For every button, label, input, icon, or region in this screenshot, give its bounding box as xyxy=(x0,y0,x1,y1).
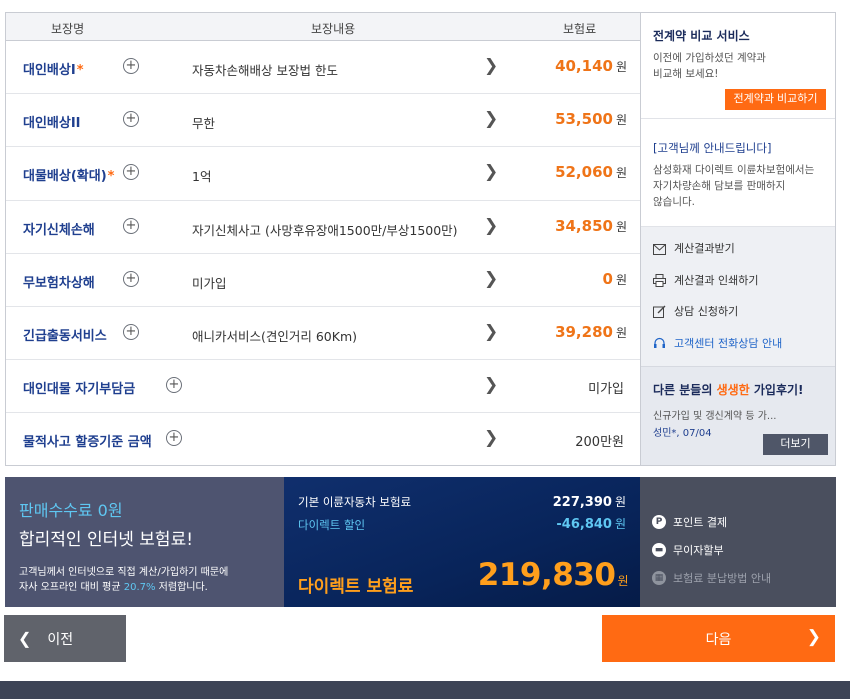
chevron-right-icon[interactable]: ❯ xyxy=(484,56,498,76)
coverage-name: 자기신체손해 xyxy=(23,222,95,238)
plus-circle-icon[interactable]: + xyxy=(123,58,139,74)
plus-circle-icon[interactable]: + xyxy=(123,323,139,340)
promo-subheadline: 합리적인 인터넷 보험료! xyxy=(19,530,194,550)
promo-headline: 판매수수료 0원 xyxy=(19,501,123,520)
coverage-name: 대물배상(확대)* xyxy=(23,169,115,185)
total-premium-label: 다이렉트 보험료 xyxy=(298,577,414,597)
coverage-content: 자동차손해배상 보장법 한도 xyxy=(192,63,338,78)
price-summary: 기본 이륜자동차 보험료 227,390 원 다이렉트 할인 -46,840 원 다… xyxy=(284,477,640,607)
coverage-name: 대인대물 자기부담금 xyxy=(23,382,136,398)
promo-box: 판매수수료 0원 합리적인 인터넷 보험료! 고객님께서 인터넷으로 직접 계산… xyxy=(5,477,284,607)
coverage-fee: 53,500 원 xyxy=(555,110,627,129)
total-premium-value: 219,830 원 xyxy=(477,557,629,593)
coverage-content: 애니카서비스(견인거리 60Km) xyxy=(192,328,358,344)
base-premium-value: 227,390 원 xyxy=(552,495,626,510)
installment-guide-link[interactable]: ▦ 보험료 분납방법 안내 xyxy=(652,564,836,592)
more-button[interactable]: 더보기 xyxy=(763,434,828,455)
discount-value: -46,840 원 xyxy=(556,517,626,532)
coverage-name: 무보험차상해 xyxy=(23,275,95,291)
coverage-content: 자기신체사고 (사망후유장애1500만/부상1500만) xyxy=(192,222,458,238)
coverage-fee: 200만원 xyxy=(575,435,624,451)
review-title: 다른 분들의 생생한 가입후기! xyxy=(653,383,804,397)
chevron-left-icon: ❮ xyxy=(18,630,32,648)
installment-link[interactable]: ▬ 무이자할부 xyxy=(652,536,836,564)
header-name: 보장명 xyxy=(51,22,85,36)
compare-button[interactable]: 전계약과 비교하기 xyxy=(725,89,826,110)
coverage-fee: 40,140 원 xyxy=(555,57,627,75)
coverage-content: 1억 xyxy=(192,169,212,185)
review-box: 다른 분들의 생생한 가입후기! 신규가입 및 갱신계약 등 가... 성민*,… xyxy=(641,367,835,465)
edit-icon xyxy=(653,305,667,319)
plus-circle-icon[interactable]: + xyxy=(123,270,139,287)
prev-button[interactable]: ❮ 이전 xyxy=(4,615,126,662)
receive-result-link[interactable]: 계산결과받기 xyxy=(653,239,835,271)
action-list: 계산결과받기 계산결과 인쇄하기 상담 신청하기 고객센터 전화상담 안내 xyxy=(641,227,835,367)
promo-description: 고객님께서 인터넷으로 직접 계산/가입하기 때문에 자사 오프라인 대비 평균… xyxy=(19,567,229,593)
coverage-content: 무한 xyxy=(192,116,216,132)
plus-circle-icon[interactable]: + xyxy=(166,377,182,394)
notice-text: 삼성화재 다이렉트 이륜차보험에서는 자기차량손해 담보를 판매하지 않습니다. xyxy=(653,164,815,208)
plus-circle-icon[interactable]: + xyxy=(123,164,139,181)
chevron-right-icon[interactable]: ❯ xyxy=(484,322,498,342)
point-icon: P xyxy=(652,515,666,529)
chevron-right-icon[interactable]: ❯ xyxy=(484,109,498,129)
chevron-right-icon: ❯ xyxy=(806,627,821,646)
coverage-fee: 52,060 원 xyxy=(555,163,627,182)
coverage-name: 대인배상I* xyxy=(23,63,84,78)
point-payment-link[interactable]: P 포인트 결제 xyxy=(652,508,836,536)
envelope-icon xyxy=(653,242,667,256)
payment-options: P 포인트 결제 ▬ 무이자할부 ▦ 보험료 분납방법 안내 xyxy=(640,477,836,607)
table-row[interactable]: 대물배상(확대)* + 1억 ❯ 52,060 원 xyxy=(6,147,640,201)
chevron-right-icon[interactable]: ❯ xyxy=(484,269,498,289)
phone-consult-link[interactable]: 고객센터 전화상담 안내 xyxy=(653,334,835,366)
header-content: 보장내용 xyxy=(311,22,356,36)
calendar-icon: ▦ xyxy=(652,571,666,585)
coverage-fee: 34,850 원 xyxy=(555,216,627,235)
table-row[interactable]: 대인배상II + 무한 ❯ 53,500 원 xyxy=(6,94,640,148)
table-row[interactable]: 대인배상I* + 자동차손해배상 보장법 한도 ❯ 40,140 원 xyxy=(6,41,640,95)
table-row[interactable]: 자기신체손해 + 자기신체사고 (사망후유장애1500만/부상1500만) ❯ … xyxy=(6,201,640,254)
header-fee: 보험료 xyxy=(563,22,597,36)
coverage-fee: 0원 xyxy=(602,269,627,288)
compare-service-box: 전계약 비교 서비스 이전에 가입하셨던 계약과 비교해 보세요! 전계약과 비… xyxy=(641,13,835,119)
notice-title: [고객님께 안내드립니다] xyxy=(653,141,772,155)
plus-circle-icon[interactable]: + xyxy=(166,430,182,447)
chevron-right-icon[interactable]: ❯ xyxy=(484,216,498,236)
consult-request-link[interactable]: 상담 신청하기 xyxy=(653,302,835,334)
base-premium-label: 기본 이륜자동차 보험료 xyxy=(298,495,412,509)
coverage-name: 대인배상II xyxy=(23,116,81,132)
chevron-right-icon[interactable]: ❯ xyxy=(484,162,498,182)
review-text[interactable]: 신규가입 및 갱신계약 등 가... xyxy=(653,407,835,422)
coverage-fee: 미가입 xyxy=(588,382,624,398)
compare-text: 이전에 가입하셨던 계약과 비교해 보세요! xyxy=(653,52,766,80)
table-row[interactable]: 대인대물 자기부담금 + ❯ 미가입 xyxy=(6,360,640,414)
footer-bar xyxy=(0,681,850,699)
plus-circle-icon[interactable]: + xyxy=(123,111,139,128)
discount-label: 다이렉트 할인 xyxy=(298,518,366,532)
table-row[interactable]: 물적사고 할증기준 금액 + ❯ 200만원 xyxy=(6,413,640,466)
card-icon: ▬ xyxy=(652,543,666,557)
coverage-content: 미가입 xyxy=(192,275,227,291)
table-row[interactable]: 무보험차상해 + 미가입 ❯ 0원 xyxy=(6,254,640,307)
coverage-name: 물적사고 할증기준 금액 xyxy=(23,435,152,451)
print-result-link[interactable]: 계산결과 인쇄하기 xyxy=(653,271,835,303)
printer-icon xyxy=(653,273,667,288)
coverage-name: 긴급출동서비스 xyxy=(23,328,107,344)
coverage-fee: 39,280 원 xyxy=(555,322,627,341)
customer-notice: [고객님께 안내드립니다] 삼성화재 다이렉트 이륜차보험에서는 자기차량손해 … xyxy=(641,119,835,227)
headset-icon xyxy=(653,337,667,351)
chevron-right-icon[interactable]: ❯ xyxy=(484,375,498,395)
compare-title: 전계약 비교 서비스 xyxy=(653,29,750,43)
next-button[interactable]: 다음 ❯ xyxy=(602,615,835,662)
table-row[interactable]: 긴급출동서비스 + 애니카서비스(견인거리 60Km) ❯ 39,280 원 xyxy=(6,307,640,361)
side-panel: 전계약 비교 서비스 이전에 가입하셨던 계약과 비교해 보세요! 전계약과 비… xyxy=(640,12,836,466)
chevron-right-icon[interactable]: ❯ xyxy=(484,428,498,448)
plus-circle-icon[interactable]: + xyxy=(123,217,139,234)
table-header: 보장명 보장내용 보험료 xyxy=(6,13,640,41)
coverage-table: 보장명 보장내용 보험료 대인배상I* + 자동차손해배상 보장법 한도 ❯ 4… xyxy=(5,12,640,466)
